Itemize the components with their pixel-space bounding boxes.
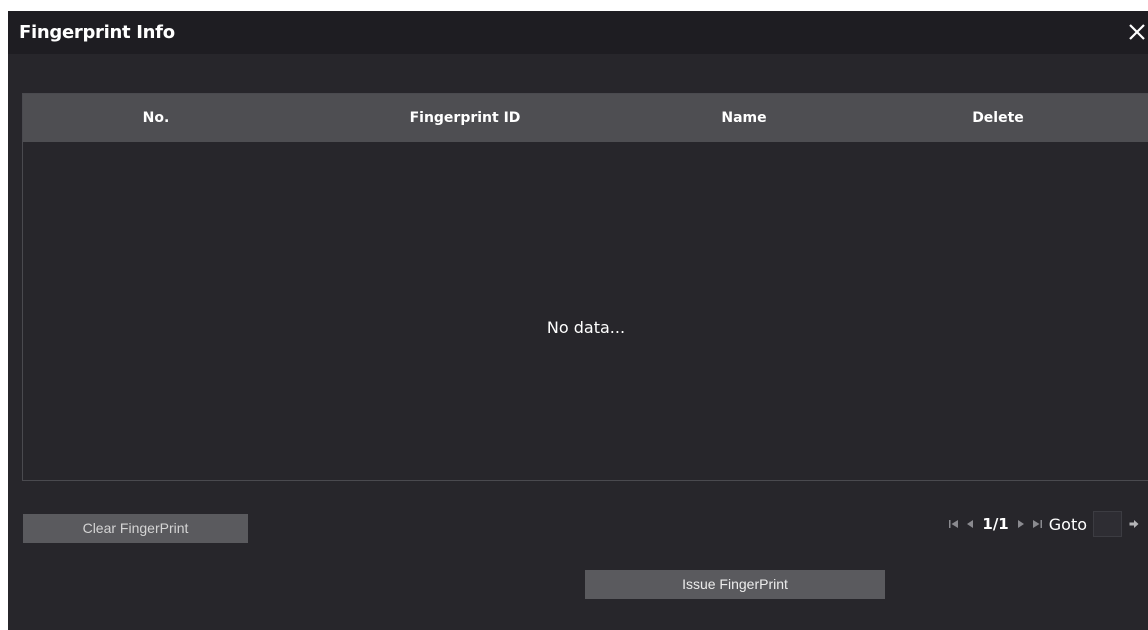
column-header-fingerprint-id: Fingerprint ID — [409, 110, 521, 126]
empty-table-message: No data... — [546, 318, 626, 337]
goto-label: Goto — [1048, 514, 1087, 534]
close-icon[interactable] — [1124, 19, 1148, 45]
column-header-no: No. — [142, 110, 170, 126]
next-page-icon[interactable] — [1014, 517, 1028, 531]
dialog-title: Fingerprint Info — [19, 22, 175, 43]
fingerprint-info-dialog: Fingerprint Info No. Fingerprint ID Name… — [8, 11, 1148, 630]
goto-page-input[interactable] — [1093, 511, 1122, 537]
go-arrow-icon[interactable] — [1128, 518, 1140, 530]
last-page-icon[interactable] — [1030, 517, 1044, 531]
page-indicator: 1/1 — [982, 515, 1009, 533]
prev-page-icon[interactable] — [963, 517, 977, 531]
dialog-titlebar: Fingerprint Info — [8, 11, 1148, 54]
first-page-icon[interactable] — [947, 517, 961, 531]
issue-fingerprint-button[interactable]: Issue FingerPrint — [585, 570, 885, 599]
table-header: No. Fingerprint ID Name Delete — [23, 94, 1148, 142]
column-header-delete: Delete — [972, 110, 1024, 126]
column-header-name: Name — [721, 110, 767, 126]
fingerprint-table: No. Fingerprint ID Name Delete No data..… — [22, 93, 1148, 481]
clear-fingerprint-button[interactable]: Clear FingerPrint — [23, 514, 248, 543]
pagination: 1/1 Goto — [946, 511, 1140, 537]
